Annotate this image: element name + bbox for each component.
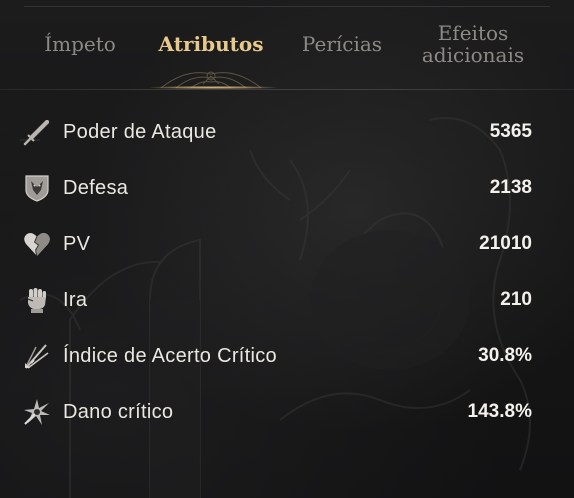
stat-row-poder-de-ataque: Poder de Ataque 5365 — [0, 104, 574, 160]
tab-efeitos-label: Efeitos adicionais — [422, 22, 524, 66]
stat-value: 21010 — [479, 233, 532, 254]
tab-efeitos-adicionais[interactable]: Efeitos adicionais — [400, 0, 546, 88]
stat-label: Ira — [63, 288, 88, 311]
sword-icon — [22, 117, 52, 147]
stat-value: 5365 — [489, 121, 532, 142]
tab-efeitos-label-line1: Efeitos — [437, 21, 509, 45]
stat-row-indice-de-acerto-critico: Índice de Acerto Crítico 30.8% — [0, 328, 574, 384]
tab-bar: Ímpeto Atributos Perícias Efeitos adicio… — [0, 0, 574, 90]
stat-label: PV — [63, 232, 91, 255]
critical-damage-icon — [22, 397, 52, 427]
stat-row-defesa: Defesa 2138 — [0, 160, 574, 216]
tab-pericias[interactable]: Perícias — [290, 0, 394, 88]
stat-value: 30.8% — [478, 345, 532, 366]
stat-label: Dano crítico — [63, 400, 174, 423]
stat-label: Defesa — [63, 176, 129, 199]
stat-value: 210 — [500, 289, 532, 310]
critical-strike-icon — [22, 341, 52, 371]
attributes-panel: Ímpeto Atributos Perícias Efeitos adicio… — [0, 0, 574, 498]
stat-value: 143.8% — [467, 401, 532, 422]
tab-efeitos-label-line2: adicionais — [421, 43, 525, 67]
tab-impeto[interactable]: Ímpeto — [24, 0, 136, 88]
stat-row-ira: Ira 210 — [0, 272, 574, 328]
stat-label: Poder de Ataque — [63, 120, 217, 143]
tab-divider — [0, 89, 574, 90]
active-tab-indicator — [150, 86, 276, 89]
stat-value: 2138 — [489, 177, 532, 198]
shield-icon — [22, 173, 52, 203]
fist-icon — [22, 285, 52, 315]
tab-impeto-label: Ímpeto — [44, 32, 116, 56]
stat-row-dano-critico: Dano crítico 143.8% — [0, 384, 574, 440]
tab-atributos-label: Atributos — [158, 32, 264, 56]
stat-row-pv: PV 21010 — [0, 216, 574, 272]
heart-icon — [22, 229, 52, 259]
stat-label: Índice de Acerto Crítico — [63, 344, 277, 367]
stats-list: Poder de Ataque 5365 Defesa 2138 PV 2101… — [0, 104, 574, 440]
tab-pericias-label: Perícias — [301, 32, 383, 56]
